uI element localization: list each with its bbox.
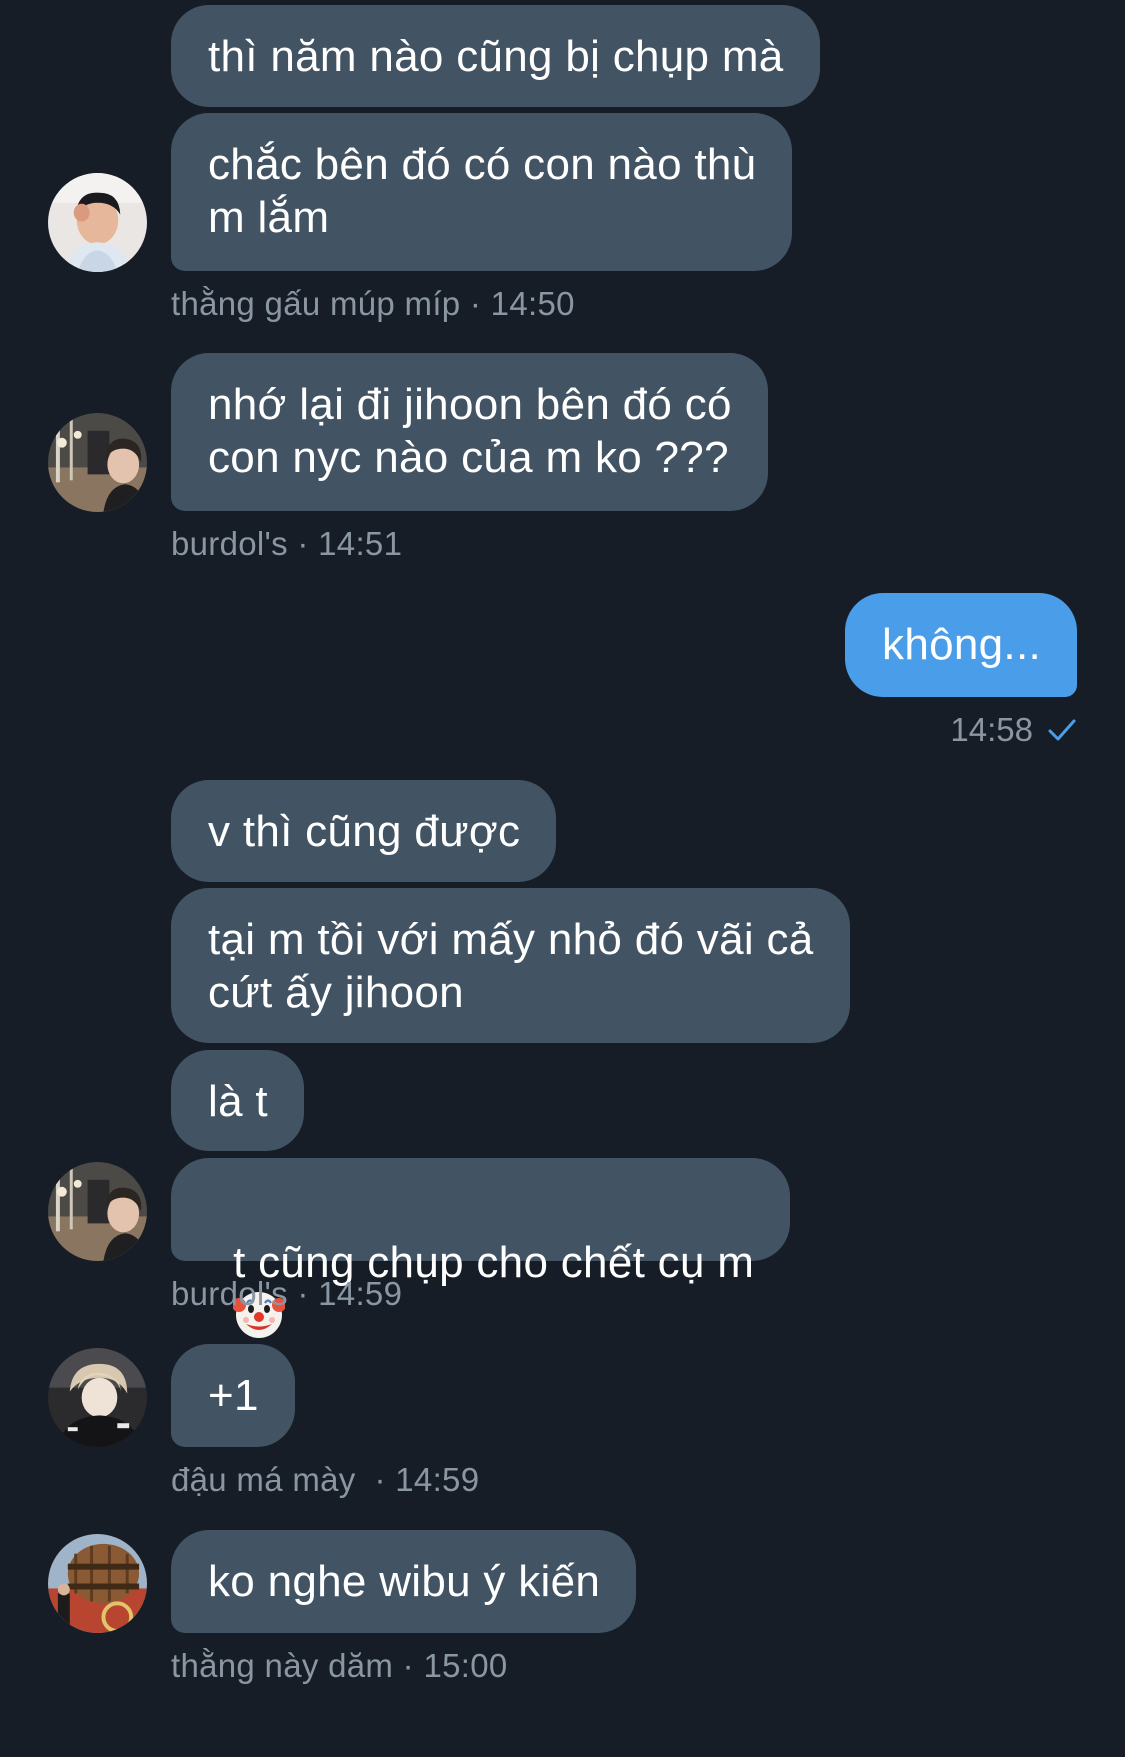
avatar[interactable] [48,1534,147,1633]
message-meta: đậu má mày · 14:59 [171,1461,480,1498]
message-meta: burdol's · 14:59 [171,1275,403,1312]
message-bubble[interactable]: v thì cũng được [171,780,557,882]
read-check-icon [1048,719,1076,741]
avatar-photo-icon [48,1162,147,1261]
message-bubble[interactable]: +1 [171,1344,295,1447]
message-bubble[interactable]: là t [171,1050,304,1151]
avatar[interactable] [48,1162,147,1261]
message-meta: burdol's · 14:51 [171,525,403,562]
avatar[interactable] [48,173,147,272]
message-bubble[interactable]: ko nghe wibu ý kiến [171,1530,637,1633]
message-bubble[interactable]: chắc bên đó có con nào thù m lắm [171,113,793,271]
message-meta: thằng gấu múp míp · 14:50 [171,285,575,322]
avatar[interactable] [48,413,147,512]
message-meta: thằng này dăm · 15:00 [171,1647,508,1684]
message-bubble[interactable]: t cũng chụp cho chết cụ m [171,1158,791,1338]
message-time: 14:58 [950,711,1033,748]
message-meta-outgoing: 14:58 [950,710,1077,750]
avatar-photo-icon [48,1534,147,1633]
message-bubble[interactable]: nhớ lại đi jihoon bên đó có con nyc nào … [171,353,768,511]
avatar-photo-icon [48,173,147,272]
avatar-photo-icon [48,1348,147,1447]
avatar[interactable] [48,1348,147,1447]
message-bubble-outgoing[interactable]: không... [845,593,1077,697]
message-bubble[interactable]: tại m tồi với mấy nhỏ đó vãi cả cứt ấy j… [171,888,850,1043]
message-bubble[interactable]: thì năm nào cũng bị chụp mà [171,5,820,107]
avatar-photo-icon [48,413,147,512]
